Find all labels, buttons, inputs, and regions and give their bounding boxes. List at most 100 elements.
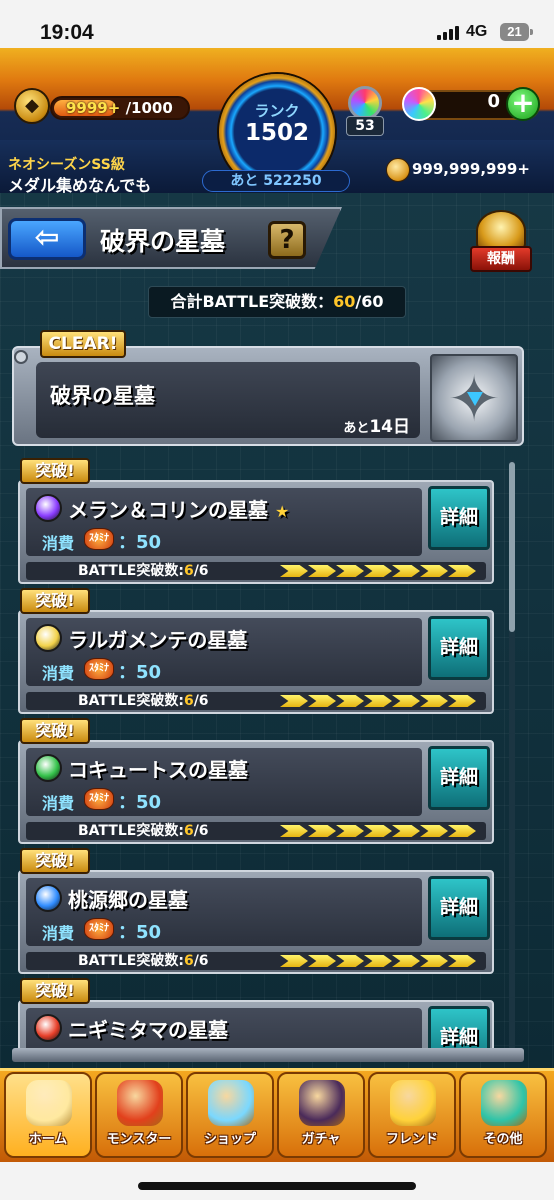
stage-progress-label: BATTLE突破数:6/6: [78, 820, 209, 840]
stamina-bar[interactable]: 9999+ /1000: [50, 96, 190, 120]
stage-main: コキュートスの星墓 消費 ｽﾀﾐﾅ ：50: [26, 748, 422, 816]
home-indicator[interactable]: [138, 1182, 416, 1190]
nav-item[interactable]: ホーム: [4, 1072, 92, 1158]
progress-chevron: [280, 955, 308, 967]
stage-cost: ：50: [118, 792, 162, 813]
stage-card[interactable]: コキュートスの星墓 消費 ｽﾀﾐﾅ ：50 詳細 BATTLE突破数:6/6 突…: [18, 718, 494, 846]
stage-detail-button[interactable]: 詳細: [428, 876, 490, 940]
coin-icon: [386, 158, 410, 182]
stage-clear-badge: 突破!: [20, 848, 90, 874]
stage-detail-button[interactable]: 詳細: [428, 486, 490, 550]
orb-count: 53: [346, 116, 384, 136]
reward-button[interactable]: 報酬: [470, 210, 532, 276]
stage-name-text: ニギミタマの星墓: [68, 1018, 228, 1042]
stage-attribute-icon: [34, 494, 62, 522]
page-title: 破界の星墓: [100, 227, 226, 256]
progress-chevron: [420, 565, 448, 577]
total-max: /60: [355, 292, 384, 311]
progress-chevron: [392, 955, 420, 967]
nav-label: ガチャ: [301, 1132, 341, 1147]
other-menu-icon: [481, 1080, 527, 1126]
progress-label-text: BATTLE突破数:: [78, 823, 184, 839]
stage-clear-badge: 突破!: [20, 978, 90, 1004]
stamina-icon: ◆: [14, 88, 50, 124]
progress-current: 6: [183, 563, 194, 579]
progress-current: 6: [183, 823, 194, 839]
orb-icon: [348, 86, 382, 120]
stage-body: メラン＆コリンの星墓 ★ 消費 ｽﾀﾐﾅ ：50 詳細 BATTLE突破数:6/…: [18, 480, 494, 584]
progress-chevron: [336, 695, 364, 707]
progress-chevron: [448, 955, 476, 967]
stage-cost: ：50: [118, 532, 162, 553]
progress-chevron: [420, 695, 448, 707]
rainbow-gem-icon: [402, 87, 436, 121]
stage-list[interactable]: メラン＆コリンの星墓 ★ 消費 ｽﾀﾐﾅ ：50 詳細 BATTLE突破数:6/…: [14, 450, 524, 1056]
back-button[interactable]: ⇦: [8, 218, 86, 260]
status-time: 19:04: [40, 21, 94, 44]
stage-attribute-icon: [34, 624, 62, 652]
stage-progress-label: BATTLE突破数:6/6: [78, 690, 209, 710]
progress-chevron: [392, 825, 420, 837]
top-hud: 9999+ /1000 ◆ ランク 1502 あと 522250 53 0 + …: [0, 48, 554, 195]
progress-chevron: [280, 695, 308, 707]
progress-label-text: BATTLE突破数:: [78, 563, 184, 579]
progress-chevrons: [280, 565, 476, 577]
stage-detail-button[interactable]: 詳細: [428, 616, 490, 680]
home-icon: [26, 1080, 72, 1126]
gacha-character-icon: [299, 1080, 345, 1126]
progress-current: 6: [183, 693, 194, 709]
rainbow-orb-icon: [208, 1080, 254, 1126]
stamina-cost-icon: ｽﾀﾐﾅ: [84, 528, 114, 550]
monster-icon: [117, 1080, 163, 1126]
stage-card[interactable]: メラン＆コリンの星墓 ★ 消費 ｽﾀﾐﾅ ：50 詳細 BATTLE突破数:6/…: [18, 458, 494, 586]
gem-count: 0: [487, 91, 500, 112]
help-button[interactable]: ?: [268, 221, 306, 259]
progress-label-text: BATTLE突破数:: [78, 693, 184, 709]
progress-chevron: [448, 695, 476, 707]
nav-item[interactable]: モンスター: [95, 1072, 183, 1158]
nav-label: ショップ: [203, 1132, 256, 1147]
list-bottom-frame: [12, 1048, 524, 1062]
stage-clear-badge: 突破!: [20, 588, 90, 614]
stamina-current: 9999+: [66, 99, 121, 117]
stage-cost: ：50: [118, 922, 162, 943]
nav-item[interactable]: ガチャ: [277, 1072, 365, 1158]
progress-chevrons: [280, 955, 476, 967]
remain-days: 14日: [369, 417, 410, 437]
stage-cost: ：50: [118, 662, 162, 683]
stage-progress-label: BATTLE突破数:6/6: [78, 950, 209, 970]
coin-count: 999,999,999+: [412, 160, 530, 178]
progress-chevrons: [280, 825, 476, 837]
pin-icon: [14, 350, 28, 364]
nav-item[interactable]: フレンド: [368, 1072, 456, 1158]
status-bar: 19:04 4G 21: [0, 0, 554, 48]
remain-prefix: あと: [343, 421, 370, 436]
stage-detail-button[interactable]: 詳細: [428, 746, 490, 810]
add-gem-button[interactable]: +: [506, 87, 540, 121]
nav-item[interactable]: その他: [459, 1072, 547, 1158]
orb-box[interactable]: 53: [344, 86, 388, 136]
stage-name: メラン＆コリンの星墓 ★: [68, 494, 289, 523]
rank-value: 1502: [244, 120, 309, 146]
stage-cost-label: 消費: [42, 794, 75, 813]
star-emblem-icon: ✦: [430, 354, 518, 442]
stage-name-text: メラン＆コリンの星墓: [68, 498, 268, 522]
progress-chevron: [308, 695, 336, 707]
nav-label: ホーム: [28, 1132, 68, 1147]
total-label: 合計BATTLE突破数：: [170, 292, 334, 311]
progress-chevrons: [280, 695, 476, 707]
scrollbar-thumb[interactable]: [509, 462, 515, 632]
stage-progress: BATTLE突破数:6/6: [26, 952, 486, 970]
progress-chevron: [392, 695, 420, 707]
stage-clear-badge: 突破!: [20, 718, 90, 744]
nav-item[interactable]: ショップ: [186, 1072, 274, 1158]
stage-body: ラルガメンテの星墓 消費 ｽﾀﾐﾅ ：50 詳細 BATTLE突破数:6/6: [18, 610, 494, 714]
stage-name: ニギミタマの星墓: [68, 1014, 228, 1043]
stage-card[interactable]: 桃源郷の星墓 消費 ｽﾀﾐﾅ ：50 詳細 BATTLE突破数:6/6 突破!: [18, 848, 494, 976]
stage-card[interactable]: ラルガメンテの星墓 消費 ｽﾀﾐﾅ ：50 詳細 BATTLE突破数:6/6 突…: [18, 588, 494, 716]
friend-balloon-icon: [390, 1080, 436, 1126]
progress-chevron: [420, 825, 448, 837]
stage-card[interactable]: ニギミタマの星墓 消費 ｽﾀﾐﾅ ：50 詳細 BATTLE突破数:6/6 突破…: [18, 978, 494, 1056]
stage-name-text: コキュートスの星墓: [68, 758, 248, 782]
favorite-star-icon: ★: [274, 502, 290, 521]
